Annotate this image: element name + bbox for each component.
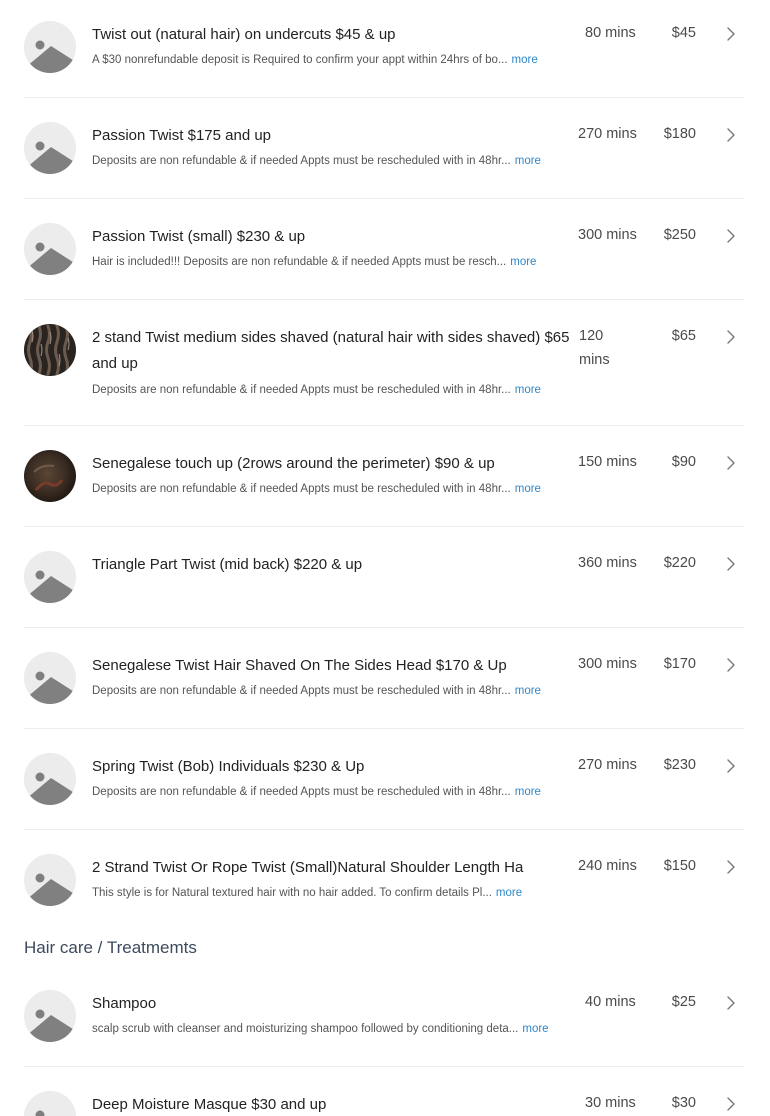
service-price: $170 [663, 656, 696, 672]
service-row[interactable]: Senegalese touch up (2rows around the pe… [24, 426, 744, 527]
service-title: Triangle Part Twist (mid back) $220 & up [92, 556, 363, 573]
service-row[interactable]: Deep Moisture Masque $30 and up 30 mins … [24, 1067, 744, 1116]
chevron-right-icon[interactable] [724, 1094, 738, 1114]
service-title: Twist out (natural hair) on undercuts $4… [92, 26, 396, 43]
service-row[interactable]: Senegalese Twist Hair Shaved On The Side… [24, 628, 744, 729]
chevron-right-icon[interactable] [724, 655, 738, 675]
service-row[interactable]: Twist out (natural hair) on undercuts $4… [24, 0, 744, 98]
more-link[interactable]: more [512, 54, 538, 66]
service-description: Deposits are non refundable & if needed … [92, 786, 541, 798]
service-description: Hair is included!!! Deposits are non ref… [92, 256, 537, 268]
chevron-right-icon[interactable] [724, 554, 738, 574]
service-description: Deposits are non refundable & if needed … [92, 483, 541, 495]
service-row[interactable]: Spring Twist (Bob) Individuals $230 & Up… [24, 729, 744, 830]
service-title: 2 stand Twist medium sides shaved (natur… [92, 329, 570, 372]
placeholder-image-icon [24, 652, 76, 704]
more-link[interactable]: more [515, 685, 541, 697]
placeholder-image-icon [24, 854, 76, 906]
service-title: Senegalese Twist Hair Shaved On The Side… [92, 657, 507, 674]
placeholder-image-icon [24, 551, 76, 603]
more-link[interactable]: more [510, 256, 536, 268]
more-link[interactable]: more [496, 887, 522, 899]
service-title: 2 Strand Twist Or Rope Twist (Small)Natu… [92, 859, 524, 876]
service-description: Deposits are non refundable & if needed … [92, 384, 541, 396]
service-title: Passion Twist $175 and up [92, 127, 272, 144]
service-price: $150 [663, 858, 696, 874]
service-price: $180 [663, 126, 696, 142]
service-price: $65 [671, 328, 696, 344]
chevron-right-icon[interactable] [724, 226, 738, 246]
section-title: Hair care / Treatmemts [24, 938, 197, 957]
service-description: This style is for Natural textured hair … [92, 887, 523, 899]
placeholder-image-icon [24, 223, 76, 275]
service-price: $30 [671, 1095, 696, 1111]
service-title: Shampoo [92, 995, 157, 1012]
service-price: $90 [671, 454, 696, 470]
service-description: Deposits are non refundable & if needed … [92, 155, 541, 167]
more-link[interactable]: more [522, 1023, 548, 1035]
more-link[interactable]: more [515, 786, 541, 798]
chevron-right-icon[interactable] [724, 857, 738, 877]
service-row[interactable]: Passion Twist (small) $230 & up Hair is … [24, 199, 744, 300]
more-link[interactable]: more [515, 384, 541, 396]
service-price: $45 [671, 25, 696, 41]
placeholder-image-icon [24, 1091, 76, 1116]
more-link[interactable]: more [515, 483, 541, 495]
placeholder-image-icon [24, 753, 76, 805]
service-title: Deep Moisture Masque $30 and up [92, 1096, 327, 1113]
chevron-right-icon[interactable] [724, 24, 738, 44]
service-price: $230 [663, 757, 696, 773]
service-row[interactable]: Triangle Part Twist (mid back) $220 & up… [24, 527, 744, 628]
chevron-right-icon[interactable] [724, 125, 738, 145]
service-description: Deposits are non refundable & if needed … [92, 685, 541, 697]
service-title: Spring Twist (Bob) Individuals $230 & Up [92, 758, 365, 775]
placeholder-image-icon [24, 990, 76, 1042]
service-description: A $30 nonrefundable deposit is Required … [92, 54, 538, 66]
chevron-right-icon[interactable] [724, 993, 738, 1013]
service-price: $250 [663, 227, 696, 243]
placeholder-image-icon [24, 122, 76, 174]
placeholder-image-icon [24, 21, 76, 73]
chevron-right-icon[interactable] [724, 756, 738, 776]
more-link[interactable]: more [515, 155, 541, 167]
chevron-right-icon[interactable] [724, 453, 738, 473]
service-row[interactable]: Passion Twist $175 and up Deposits are n… [24, 98, 744, 199]
service-row[interactable]: 2 stand Twist medium sides shaved (natur… [24, 300, 744, 426]
service-price: $220 [663, 555, 696, 571]
service-title: Senegalese touch up (2rows around the pe… [92, 455, 495, 472]
service-description: scalp scrub with cleanser and moisturizi… [92, 1023, 549, 1035]
service-duration: 120 mins [579, 328, 610, 368]
hairstyle-photo [24, 450, 76, 502]
service-price: $25 [671, 994, 696, 1010]
service-row[interactable]: Shampoo scalp scrub with cleanser and mo… [24, 966, 744, 1067]
service-row[interactable]: 2 Strand Twist Or Rope Twist (Small)Natu… [24, 830, 744, 930]
chevron-right-icon[interactable] [724, 327, 738, 347]
service-title: Passion Twist (small) $230 & up [92, 228, 306, 245]
hairstyle-photo [24, 324, 76, 376]
